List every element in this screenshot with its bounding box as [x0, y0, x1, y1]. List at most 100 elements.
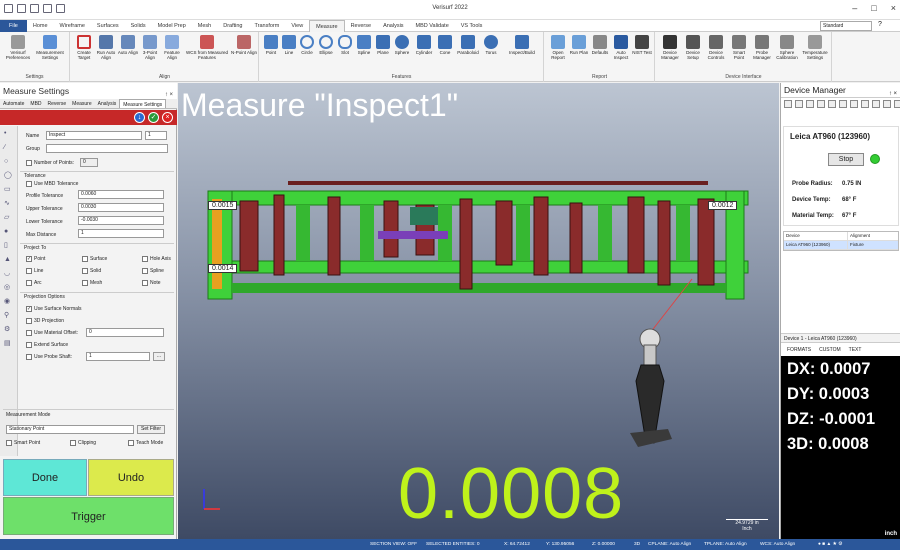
project-hole-axis-checkbox[interactable]	[142, 256, 148, 262]
name-index-stepper[interactable]: 1	[145, 131, 167, 140]
done-button[interactable]: Done	[3, 459, 87, 496]
smart-point-checkbox[interactable]	[6, 440, 12, 446]
feature-sphere-button[interactable]: Sphere	[392, 35, 412, 55]
set-filter-button[interactable]: Set Filter	[137, 425, 165, 434]
tab-measure-settings[interactable]: Measure Settings	[119, 99, 167, 108]
search-tool-icon[interactable]: ⚲	[4, 312, 14, 320]
number-of-points-checkbox[interactable]	[26, 160, 32, 166]
auto-inspect-button[interactable]: Auto Inspect	[611, 35, 631, 60]
inspect-tool-icon[interactable]: ◉	[4, 298, 14, 306]
profile-tolerance-input[interactable]: 0.0060	[78, 190, 164, 199]
close-icon[interactable]: ×	[891, 4, 896, 13]
wcs-status[interactable]: WCS: Auto Align	[760, 539, 795, 550]
tab-drafting[interactable]: Drafting	[217, 20, 248, 32]
maximize-icon[interactable]: □	[871, 4, 876, 13]
tab-mbd-validate[interactable]: MBD Validate	[410, 20, 455, 32]
spline-tool-icon[interactable]: ∿	[4, 200, 14, 208]
material-offset-input[interactable]: 0	[86, 328, 164, 337]
slot-tool-icon[interactable]: ▭	[4, 186, 14, 194]
project-spline-checkbox[interactable]	[142, 268, 148, 274]
ok-icon[interactable]: ✓	[148, 112, 159, 123]
create-target-button[interactable]: Create Target	[73, 35, 95, 60]
cylinder-tool-icon[interactable]: ▯	[4, 242, 14, 250]
verisurf-preferences-button[interactable]: Verisurf Preferences	[4, 35, 32, 60]
measurement-mode-select[interactable]: Stationary Point	[6, 425, 134, 434]
auto-align-button[interactable]: Auto Align	[117, 35, 139, 55]
connect-icon[interactable]	[784, 100, 792, 108]
project-solid-checkbox[interactable]	[82, 268, 88, 274]
probe-icon[interactable]	[850, 100, 858, 108]
sphere-tool-icon[interactable]: ●	[4, 228, 14, 236]
name-input[interactable]: Inspect	[46, 131, 142, 140]
tab-analysis[interactable]: Analysis	[95, 99, 120, 108]
probe-manager-button[interactable]: Probe Manager	[750, 35, 774, 60]
feature-plane-button[interactable]: Plane	[374, 35, 392, 55]
tab-model-prep[interactable]: Model Prep	[152, 20, 192, 32]
run-auto-align-button[interactable]: Run Auto Align	[95, 35, 117, 60]
probe-shaft-browse-button[interactable]: ...	[153, 352, 165, 361]
project-line-checkbox[interactable]	[26, 268, 32, 274]
projection-3d-checkbox[interactable]	[26, 318, 32, 324]
trigger-button[interactable]: Trigger	[3, 497, 174, 535]
device-setup-button[interactable]: Device Setup	[682, 35, 704, 60]
use-probe-shaft-checkbox[interactable]	[26, 354, 32, 360]
cone-tool-icon[interactable]: ▲	[4, 256, 14, 264]
analysis-tool-icon[interactable]: ⚙	[4, 326, 14, 334]
tab-formats[interactable]: FORMATS	[787, 345, 811, 355]
nist-test-button[interactable]: NIST Test	[631, 35, 653, 55]
teach-mode-checkbox[interactable]	[128, 440, 134, 446]
tab-file[interactable]: File	[0, 20, 27, 32]
point-tool-icon[interactable]: •	[4, 130, 14, 138]
max-distance-input[interactable]: 1	[78, 229, 164, 238]
cancel-icon[interactable]: ×	[162, 112, 173, 123]
level-icon[interactable]	[839, 100, 847, 108]
device-controls-button[interactable]: Device Controls	[704, 35, 728, 60]
deviation-label-1[interactable]: 0.0015	[208, 201, 238, 210]
tab-solids[interactable]: Solids	[125, 20, 152, 32]
plane-tool-icon[interactable]: ▱	[4, 214, 14, 222]
use-material-offset-checkbox[interactable]	[26, 330, 32, 336]
refresh-icon[interactable]	[795, 100, 803, 108]
defaults-button[interactable]: Defaults	[589, 35, 611, 55]
tab-surfaces[interactable]: Surfaces	[91, 20, 125, 32]
feature-point-button[interactable]: Point	[262, 35, 280, 55]
help-icon[interactable]: ?	[878, 21, 882, 28]
column-device[interactable]: Device	[784, 232, 848, 240]
feature-line-button[interactable]: Line	[280, 35, 298, 55]
feature-paraboloid-button[interactable]: Paraboloid	[454, 35, 482, 55]
project-mesh-checkbox[interactable]	[82, 280, 88, 286]
temperature-settings-button[interactable]: Temperature Settings	[800, 35, 830, 60]
table-row[interactable]: Leica AT960 (123960) Fixture	[784, 241, 898, 250]
number-of-points-input[interactable]: 0	[80, 158, 98, 167]
tab-mbd[interactable]: MBD	[27, 99, 44, 108]
minimize-icon[interactable]: –	[852, 4, 857, 13]
circle-tool-icon[interactable]: ○	[4, 158, 14, 166]
open-report-button[interactable]: Open Report	[547, 35, 569, 60]
feature-align-button[interactable]: Feature Align	[161, 35, 183, 60]
graphics-viewport[interactable]: Measure "Inspect1" 0.0015 0.0012 0.0014 …	[178, 83, 779, 539]
three-point-align-button[interactable]: 3-Point Align	[139, 35, 161, 60]
tab-automate[interactable]: Automate	[0, 99, 27, 108]
tab-vs-tools[interactable]: VS Tools	[455, 20, 489, 32]
tab-transform[interactable]: Transform	[248, 20, 285, 32]
tab-measure-panel[interactable]: Measure	[69, 99, 94, 108]
feature-slot-button[interactable]: Slot	[336, 35, 354, 55]
report-tool-icon[interactable]: ▤	[4, 340, 14, 348]
undo-button[interactable]: Undo	[88, 459, 174, 496]
settings-icon[interactable]	[806, 100, 814, 108]
grid-icon[interactable]	[894, 100, 900, 108]
n-point-align-button[interactable]: N-Point Align	[231, 35, 257, 55]
column-alignment[interactable]: Alignment	[848, 232, 898, 240]
section-view-status[interactable]: SECTION VIEW: OFF	[370, 539, 417, 550]
deviation-label-3[interactable]: 0.0014	[208, 264, 238, 273]
probe-shaft-input[interactable]: 1	[86, 352, 150, 361]
tab-mesh[interactable]: Mesh	[192, 20, 217, 32]
tab-reverse[interactable]: Reverse	[45, 99, 70, 108]
use-mbd-tolerance-checkbox[interactable]	[26, 181, 32, 187]
wcs-from-features-button[interactable]: WCS from Measured Features	[185, 35, 229, 60]
torus-tool-icon[interactable]: ◎	[4, 284, 14, 292]
wrench-icon[interactable]	[872, 100, 880, 108]
clipping-checkbox[interactable]	[70, 440, 76, 446]
project-note-checkbox[interactable]	[142, 280, 148, 286]
deviation-label-2[interactable]: 0.0012	[708, 201, 738, 210]
